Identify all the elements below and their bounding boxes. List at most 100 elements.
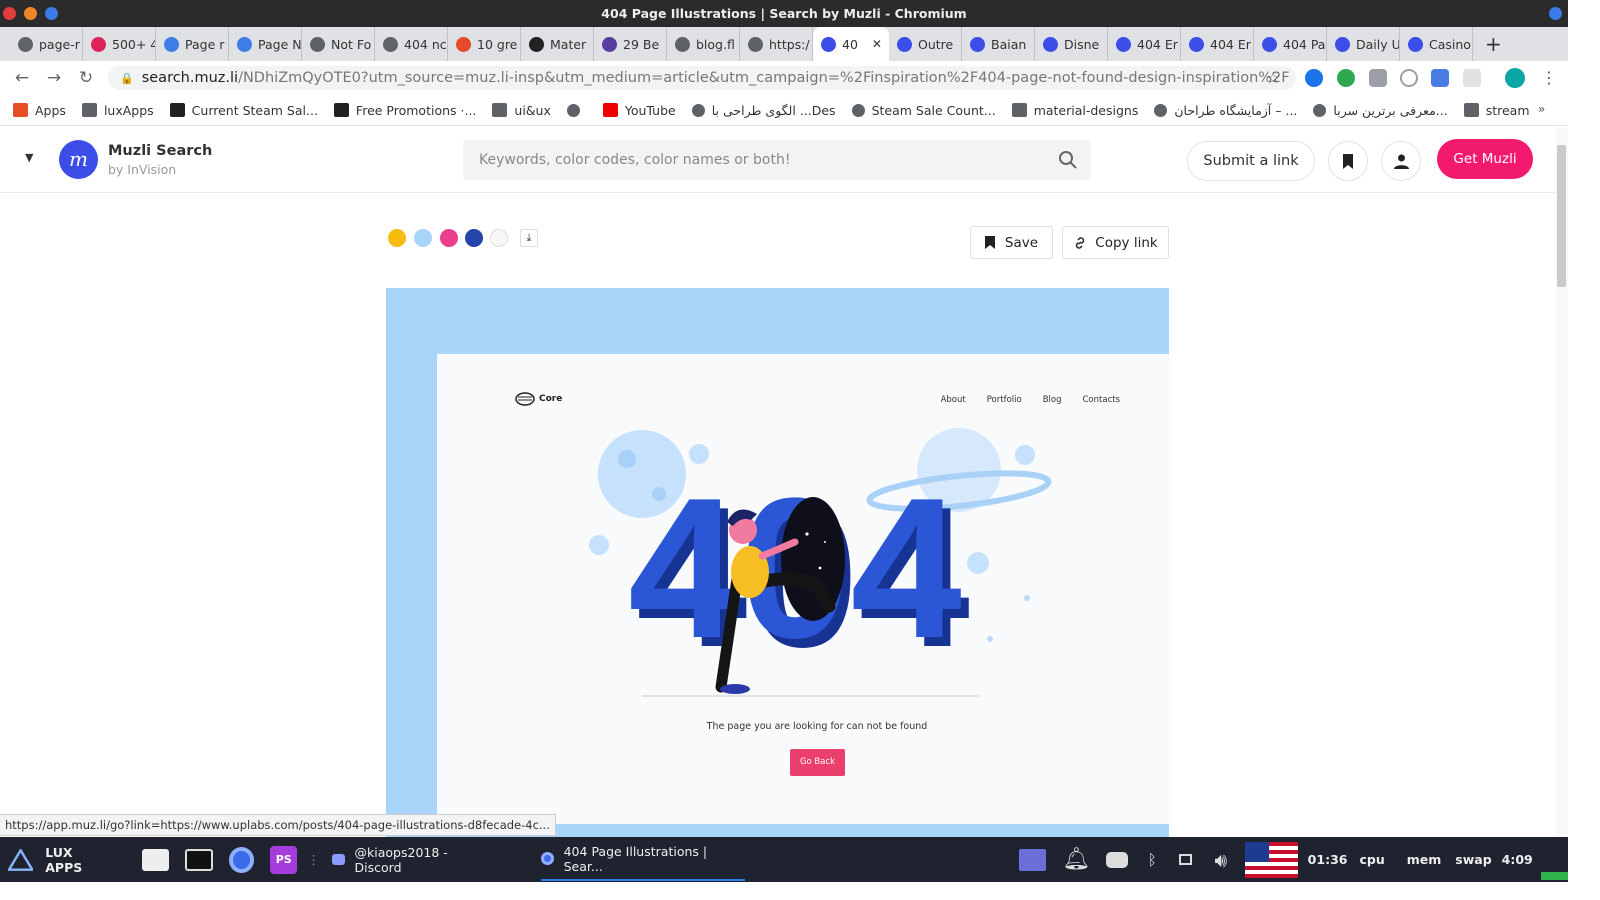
- tab[interactable]: https:/: [740, 27, 813, 61]
- translate-icon[interactable]: [1431, 69, 1449, 87]
- tab-favicon-icon: [18, 36, 33, 52]
- discord-tray-icon[interactable]: [1106, 851, 1128, 868]
- bookmark-item[interactable]: material-designs: [1011, 103, 1138, 118]
- color-swatch-blue[interactable]: [465, 229, 483, 247]
- tab[interactable]: 404 nc: [375, 27, 448, 61]
- bookmark-item[interactable]: YouTube: [602, 103, 676, 118]
- address-bar[interactable]: 🔒 search.muz.li/NDhiZmQyOTE0?utm_source=…: [108, 66, 1296, 90]
- get-muzli-button[interactable]: Get Muzli: [1437, 139, 1533, 179]
- taskbar-window-chromium[interactable]: 404 Page Illustrations | Sear...: [540, 838, 746, 881]
- tab[interactable]: Daily U: [1327, 27, 1400, 61]
- muzli-logo[interactable]: m: [59, 140, 98, 179]
- search-icon[interactable]: [1058, 150, 1078, 170]
- forward-arrow-icon[interactable]: →: [38, 68, 70, 88]
- new-tab-button[interactable]: +: [1485, 32, 1502, 56]
- camera-icon[interactable]: [1369, 69, 1387, 87]
- bookmark-item[interactable]: stream: [1463, 103, 1530, 118]
- tab[interactable]: 404 Er: [1108, 27, 1181, 61]
- tab[interactable]: Page N: [229, 27, 302, 61]
- tab[interactable]: blog.fl: [667, 27, 740, 61]
- color-swatch-yellow[interactable]: [388, 229, 406, 247]
- save-button[interactable]: Save: [970, 226, 1053, 259]
- tab-label: Outre: [918, 36, 954, 52]
- bluetooth-icon[interactable]: ᛒ: [1148, 851, 1157, 869]
- tab[interactable]: Not Fo: [302, 27, 375, 61]
- extension-puzzle-icon[interactable]: [1463, 69, 1481, 87]
- tab-active[interactable]: 40 ✕: [813, 27, 889, 61]
- tab[interactable]: 500+ 4: [83, 27, 156, 61]
- bookmark-item[interactable]: ui&ux: [492, 103, 551, 118]
- chromium-icon: [1549, 7, 1562, 20]
- reload-icon[interactable]: ↻: [70, 68, 102, 88]
- launcher-button[interactable]: LUX APPS: [8, 837, 112, 882]
- bookmarks-button[interactable]: [1328, 141, 1368, 181]
- taskbar-window-label: 404 Page Illustrations | Sear...: [563, 843, 708, 874]
- bookmark-item[interactable]: Current Steam Sal...: [169, 103, 318, 118]
- menu-caret-icon[interactable]: ▼: [25, 151, 33, 164]
- bookmark-item[interactable]: luxApps: [81, 103, 154, 118]
- tab[interactable]: 404 Er: [1181, 27, 1254, 61]
- bookmark-item[interactable]: الگوی طراحی با ...Des: [691, 103, 836, 118]
- back-arrow-icon[interactable]: ←: [6, 68, 38, 88]
- bookmark-item[interactable]: آزمایشگاه طراحان – ...: [1154, 103, 1297, 118]
- go-back-button[interactable]: Go Back: [790, 749, 845, 776]
- profile-avatar[interactable]: [1505, 68, 1525, 88]
- color-swatch-pink[interactable]: [440, 229, 458, 247]
- shot-preview[interactable]: Core About Portfolio Blog Contacts 404 4…: [386, 288, 1169, 838]
- more-bookmarks-icon[interactable]: »: [1538, 102, 1545, 116]
- clock-icon[interactable]: [1400, 69, 1418, 87]
- bookmark-item[interactable]: Steam Sale Count...: [851, 103, 996, 118]
- tab[interactable]: page-r: [10, 27, 83, 61]
- tab-favicon-icon: [91, 36, 106, 52]
- tab-label: Daily U: [1356, 36, 1400, 52]
- color-swatch-lightblue[interactable]: [414, 229, 432, 247]
- close-window-button[interactable]: [3, 7, 16, 20]
- tab-label: 404 Er: [1137, 36, 1178, 52]
- download-palette-icon[interactable]: ⤓: [520, 229, 538, 247]
- steam-icon: [169, 103, 185, 117]
- tab[interactable]: Mater: [521, 27, 594, 61]
- terminal-icon[interactable]: [185, 848, 213, 871]
- star-icon[interactable]: ☆: [1266, 68, 1280, 87]
- tab[interactable]: Baian: [962, 27, 1035, 61]
- color-swatch-white[interactable]: [490, 229, 508, 247]
- file-manager-icon[interactable]: [141, 848, 170, 871]
- display-icon[interactable]: [1178, 854, 1193, 865]
- tab[interactable]: 29 Be: [594, 27, 667, 61]
- apps-grid-icon: [13, 103, 28, 117]
- scrollbar-thumb[interactable]: [1557, 145, 1566, 287]
- tab[interactable]: 404 Pa: [1254, 27, 1327, 61]
- taskbar-window-discord[interactable]: @kiaops2018 - Discord: [331, 837, 495, 882]
- bookmark-label: Apps: [35, 102, 66, 118]
- bookmark-item[interactable]: Free Promotions ·...: [333, 103, 476, 118]
- tab-favicon-icon: [970, 36, 985, 52]
- copy-link-button[interactable]: Copy link: [1062, 226, 1169, 259]
- bell-icon[interactable]: 🔔︎: [1062, 847, 1090, 872]
- tab[interactable]: Casino: [1400, 27, 1473, 61]
- extension-icon[interactable]: [1305, 69, 1323, 87]
- volume-icon[interactable]: 🔊︎: [1214, 848, 1227, 872]
- tab-label: 29 Be: [623, 36, 660, 52]
- tab[interactable]: Outre: [889, 27, 962, 61]
- search-input[interactable]: Keywords, color codes, color names or bo…: [463, 140, 1091, 180]
- submit-link-button[interactable]: Submit a link: [1187, 141, 1315, 181]
- bookmark-item[interactable]: Apps: [13, 103, 66, 118]
- tab-favicon-icon: [1335, 36, 1350, 52]
- bookmark-item[interactable]: معرفی برترین سربا...: [1313, 103, 1448, 118]
- screen-thumb-icon[interactable]: [1019, 848, 1047, 871]
- minimize-window-button[interactable]: [24, 7, 37, 20]
- chromium-icon[interactable]: [228, 846, 255, 873]
- tab-favicon-icon: [310, 36, 325, 52]
- phpstorm-icon[interactable]: PS: [270, 845, 298, 874]
- grammarly-icon[interactable]: [1337, 69, 1355, 87]
- us-flag-icon[interactable]: [1245, 841, 1298, 878]
- maximize-window-button[interactable]: [45, 7, 58, 20]
- tab[interactable]: 10 gre: [448, 27, 521, 61]
- discord-icon: [331, 854, 345, 865]
- tab[interactable]: Page r: [156, 27, 229, 61]
- bookmark-item[interactable]: [566, 103, 587, 117]
- tab[interactable]: Disne: [1035, 27, 1108, 61]
- account-button[interactable]: [1381, 141, 1421, 181]
- close-tab-icon[interactable]: ✕: [872, 37, 882, 51]
- more-menu-icon[interactable]: ⋮: [1541, 68, 1557, 87]
